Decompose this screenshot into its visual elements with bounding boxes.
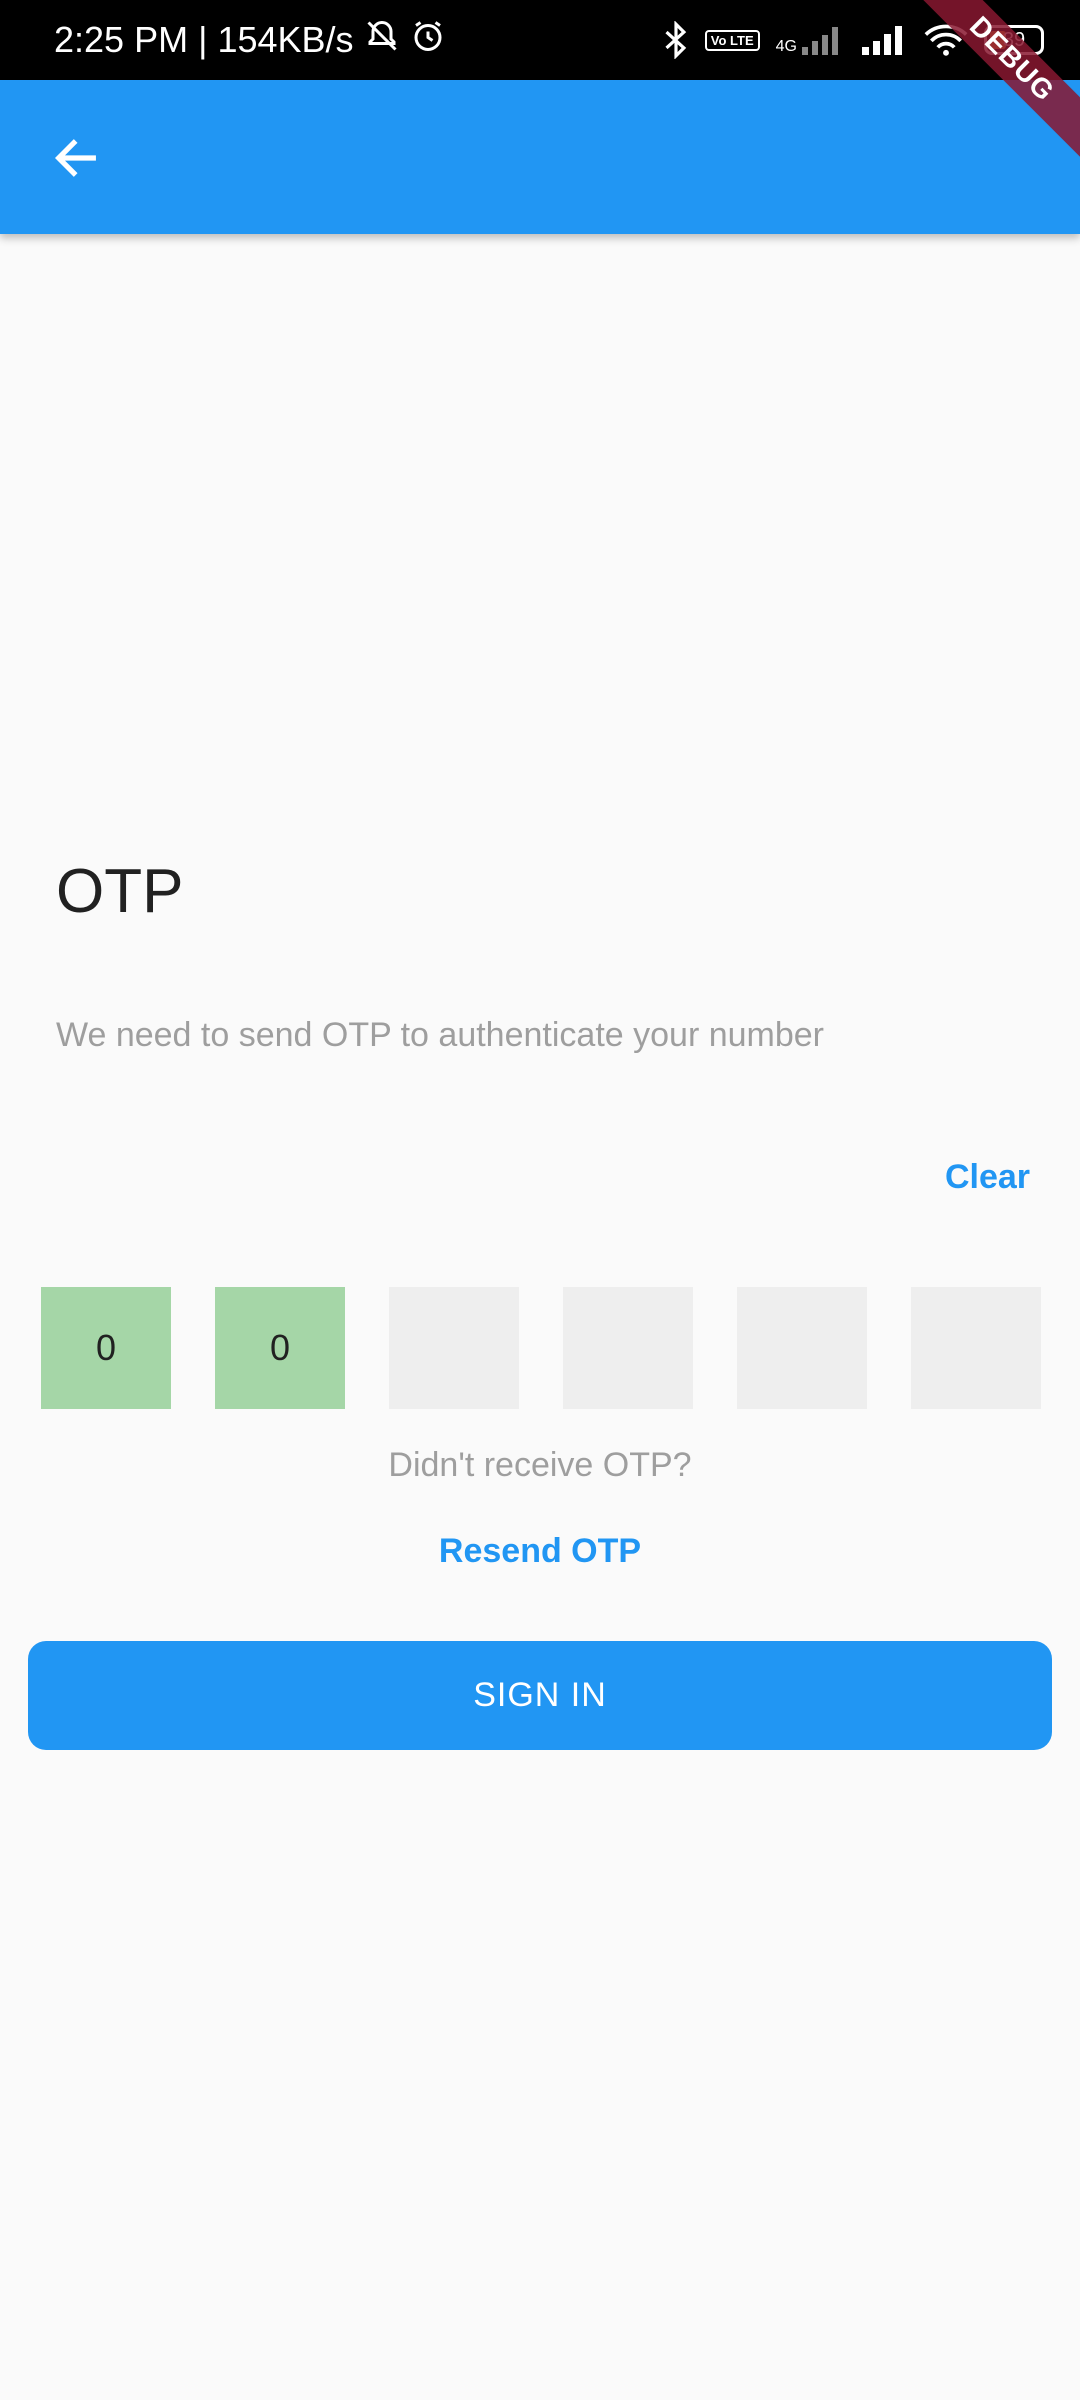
clear-button[interactable]: Clear	[945, 1158, 1030, 1197]
page-subtitle: We need to send OTP to authenticate your…	[56, 1016, 824, 1054]
bluetooth-icon	[663, 21, 689, 59]
otp-digit-3[interactable]	[389, 1287, 519, 1409]
resend-otp-button[interactable]: Resend OTP	[439, 1532, 641, 1570]
otp-screen: 2:25 PM | 154KB/s Vo LTE 4G DEBUG OTP We…	[0, 0, 1080, 2400]
network-4g-signal: 4G	[776, 25, 844, 55]
resend-otp-row: Resend OTP	[0, 1532, 1080, 1571]
otp-digit-2[interactable]: 0	[215, 1287, 345, 1409]
app-bar	[0, 80, 1080, 234]
page-title: OTP	[56, 857, 184, 926]
otp-digit-4[interactable]	[563, 1287, 693, 1409]
sign-in-button[interactable]: SIGN IN	[28, 1641, 1052, 1750]
network-type-label: 4G	[775, 38, 797, 55]
signal-icon	[860, 25, 908, 55]
mute-icon	[364, 18, 400, 63]
otp-input-row: 0 0	[41, 1287, 1041, 1409]
status-separator: |	[198, 19, 208, 60]
otp-digit-6[interactable]	[911, 1287, 1041, 1409]
back-button[interactable]	[36, 120, 116, 200]
arrow-back-icon	[50, 132, 102, 189]
status-bar: 2:25 PM | 154KB/s Vo LTE 4G	[0, 0, 1080, 80]
otp-digit-5[interactable]	[737, 1287, 867, 1409]
status-left: 2:25 PM | 154KB/s	[54, 18, 446, 63]
volte-icon: Vo LTE	[704, 29, 760, 51]
status-time: 2:25 PM	[54, 19, 189, 60]
status-speed: 154KB/s	[217, 19, 354, 60]
didnt-receive-text: Didn't receive OTP?	[388, 1446, 692, 1484]
otp-digit-1[interactable]: 0	[41, 1287, 171, 1409]
alarm-icon	[410, 18, 446, 63]
